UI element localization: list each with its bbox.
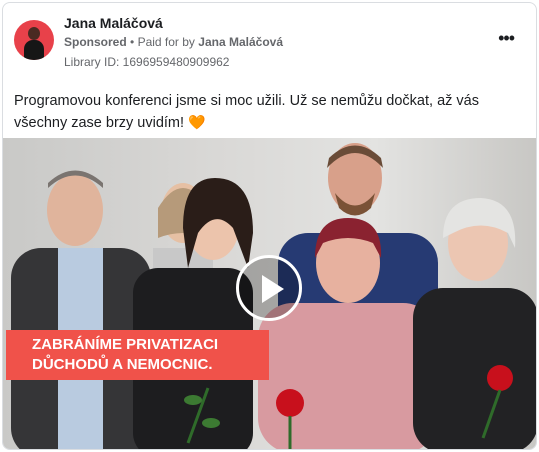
ad-card: Jana Maláčová Sponsored • Paid for by Ja… (2, 2, 537, 450)
campaign-banner: ZABRÁNÍME PRIVATIZACI DŮCHODŮ A NEMOCNIC… (6, 330, 269, 380)
banner-line-2: DŮCHODŮ A NEMOCNIC. (32, 356, 213, 373)
paid-for-name[interactable]: Jana Maláčová (198, 35, 283, 49)
library-id: Library ID: 1696959480909962 (64, 55, 230, 69)
orange-heart-icon: 🧡 (188, 114, 206, 130)
sponsored-line: Sponsored • Paid for by Jana Maláčová (64, 35, 283, 49)
author-name[interactable]: Jana Maláčová (64, 15, 163, 31)
avatar-head (28, 27, 40, 40)
video-thumbnail[interactable]: ZABRÁNÍME PRIVATIZACI DŮCHODŮ A NEMOCNIC… (3, 138, 536, 449)
avatar-body (24, 40, 44, 60)
post-body: Programovou konferenci jsme si moc užili… (14, 93, 479, 131)
banner-line-1: ZABRÁNÍME PRIVATIZACI (32, 336, 219, 353)
meta-separator: • (130, 35, 135, 49)
paid-for-label: Paid for by (137, 35, 195, 49)
avatar[interactable] (14, 20, 54, 60)
post-text: Programovou konferenci jsme si moc užili… (14, 91, 526, 134)
play-button[interactable] (236, 255, 302, 321)
play-icon (262, 275, 284, 303)
ad-header: Jana Maláčová Sponsored • Paid for by Ja… (3, 3, 536, 83)
sponsored-label: Sponsored (64, 35, 127, 49)
more-options-icon[interactable]: ••• (498, 29, 515, 47)
